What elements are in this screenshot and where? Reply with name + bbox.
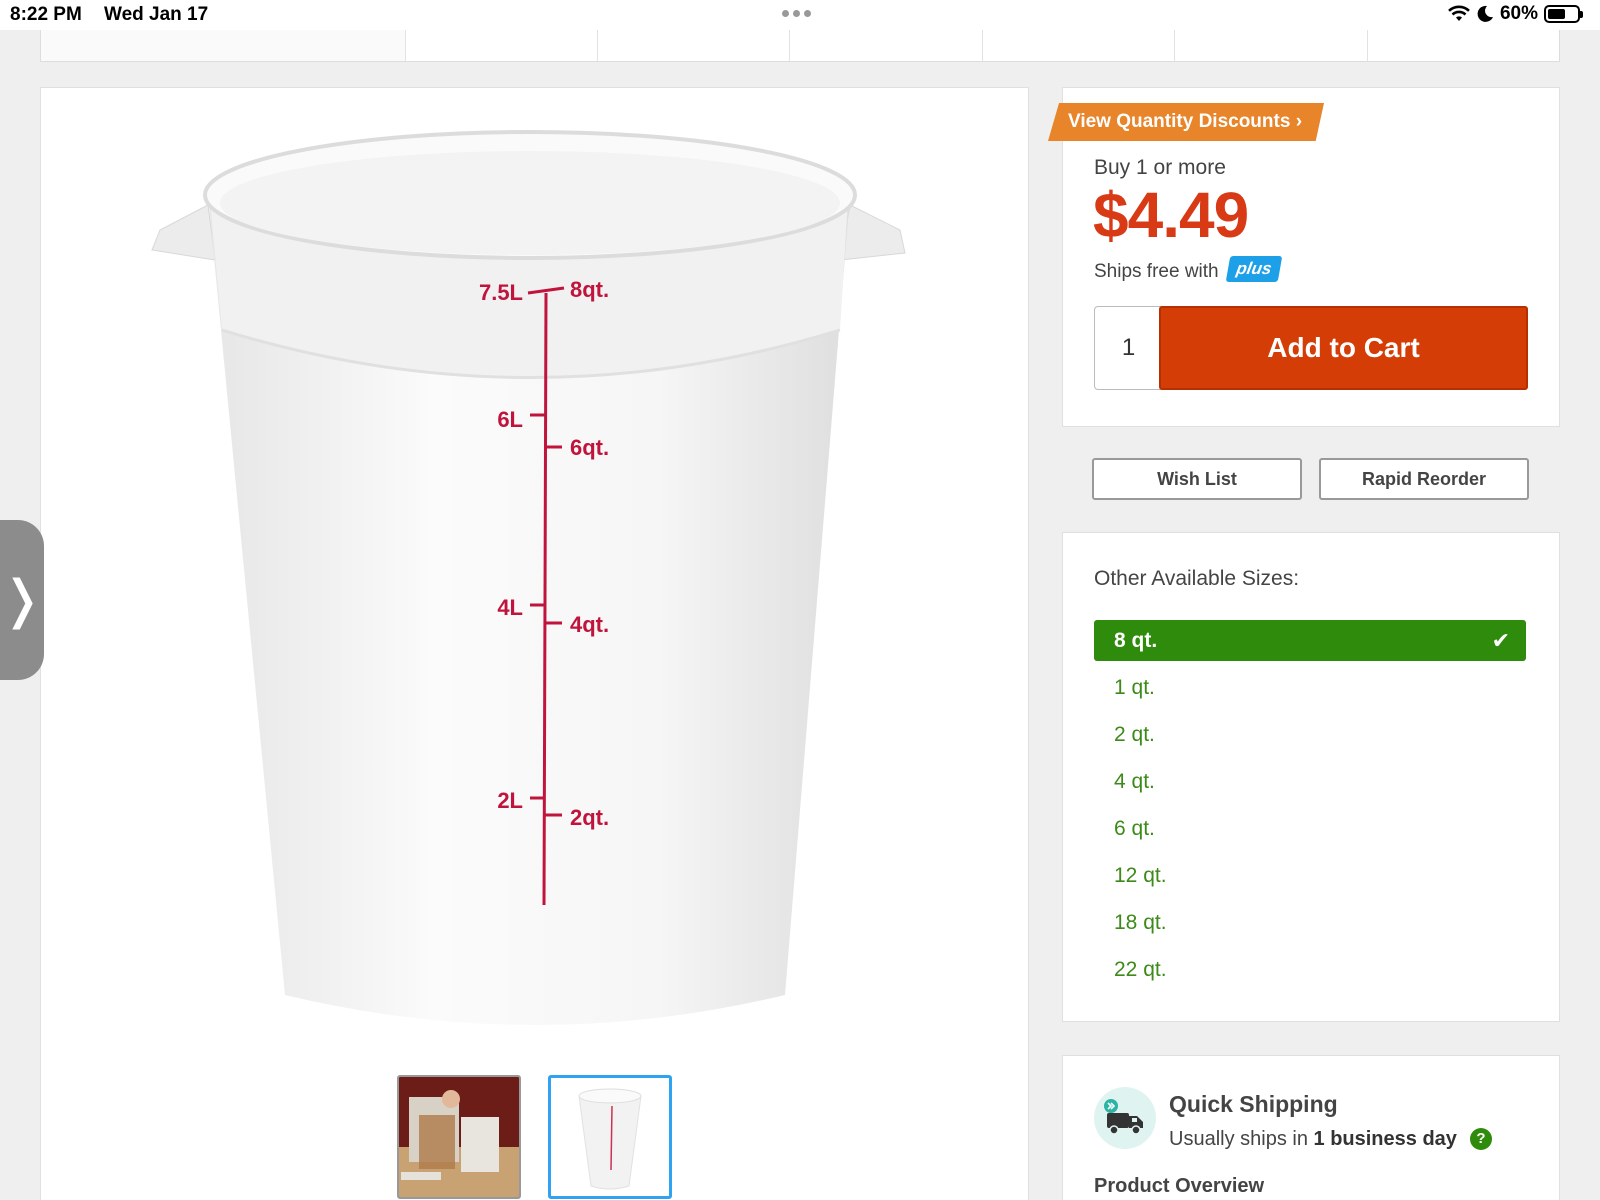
ships-free-label: Ships free with [1094, 261, 1219, 282]
marking-left: 2L [497, 788, 523, 813]
marking-left: 7.5L [479, 280, 523, 305]
status-date: Wed Jan 17 [104, 4, 209, 25]
price: $4.49 [1093, 179, 1249, 251]
quantity-input[interactable]: 1 [1094, 306, 1162, 390]
size-option[interactable]: 2 qt. [1114, 723, 1155, 747]
battery-icon [1544, 5, 1583, 23]
shipping-days: 1 business day [1313, 1128, 1457, 1150]
shipping-subtitle: Usually ships in 1 business day [1169, 1128, 1457, 1151]
view-quantity-discounts-button[interactable]: View Quantity Discounts › [1048, 103, 1324, 141]
size-option[interactable]: 4 qt. [1114, 770, 1155, 794]
tab-segment[interactable] [597, 30, 789, 61]
chevron-right-icon: ❭ [0, 571, 44, 629]
wish-list-button[interactable]: Wish List [1092, 458, 1302, 500]
tab-segment[interactable] [404, 30, 597, 61]
tab-segment[interactable] [1174, 30, 1366, 61]
checkmark-icon: ✔ [1491, 628, 1510, 653]
status-time: 8:22 PM [10, 4, 82, 25]
size-option[interactable]: 18 qt. [1114, 911, 1167, 935]
quantity-discounts-label: View Quantity Discounts [1068, 111, 1291, 132]
tab-segment[interactable] [1366, 30, 1559, 61]
shipping-sub-prefix: Usually ships in [1169, 1128, 1308, 1150]
buy-quantity-label: Buy 1 or more [1094, 156, 1226, 179]
rapid-reorder-button[interactable]: Rapid Reorder [1319, 458, 1529, 500]
tab-segment[interactable] [789, 30, 981, 61]
plus-badge[interactable]: plus [1225, 256, 1283, 282]
size-option-label: 8 qt. [1114, 629, 1158, 652]
size-option-selected[interactable]: 8 qt. ✔ [1094, 620, 1526, 661]
sizes-title: Other Available Sizes: [1094, 567, 1300, 590]
size-option[interactable]: 22 qt. [1114, 958, 1167, 982]
product-overview-heading[interactable]: Product Overview [1094, 1175, 1264, 1198]
marking-right: 2qt. [570, 805, 609, 830]
marking-right: 4qt. [570, 612, 609, 637]
help-icon[interactable]: ? [1470, 1128, 1492, 1150]
add-to-cart-button[interactable]: Add to Cart [1159, 306, 1528, 390]
size-option[interactable]: 1 qt. [1114, 676, 1155, 700]
side-panel-handle[interactable]: ❭ [0, 520, 44, 680]
marking-left: 4L [497, 595, 523, 620]
marking-right: 6qt. [570, 435, 609, 460]
chevron-right-icon: › [1295, 111, 1303, 132]
wifi-icon [1448, 5, 1470, 21]
size-option[interactable]: 6 qt. [1114, 817, 1155, 841]
status-bar: 8:22 PM Wed Jan 17 60% [0, 0, 1600, 30]
size-option[interactable]: 12 qt. [1114, 864, 1167, 888]
tab-segment[interactable] [981, 30, 1174, 61]
thumbnail-container[interactable] [548, 1075, 672, 1199]
product-main-image[interactable]: 7.5L 6L 4L 2L 8qt. 6qt. 4qt. 2qt. [150, 125, 920, 1045]
status-indicators: 60% [1448, 3, 1583, 25]
top-tab-strip [40, 30, 1560, 62]
moon-icon [1477, 5, 1493, 22]
marking-right: 8qt. [570, 277, 609, 302]
battery-percent: 60% [1499, 3, 1538, 24]
truck-icon [1094, 1087, 1156, 1149]
tab-segment[interactable] [41, 30, 405, 61]
marking-left: 6L [497, 407, 523, 432]
multitasking-dots-icon[interactable] [782, 10, 811, 17]
quick-shipping-title: Quick Shipping [1169, 1091, 1338, 1117]
thumbnail-lifestyle[interactable] [397, 1075, 521, 1199]
